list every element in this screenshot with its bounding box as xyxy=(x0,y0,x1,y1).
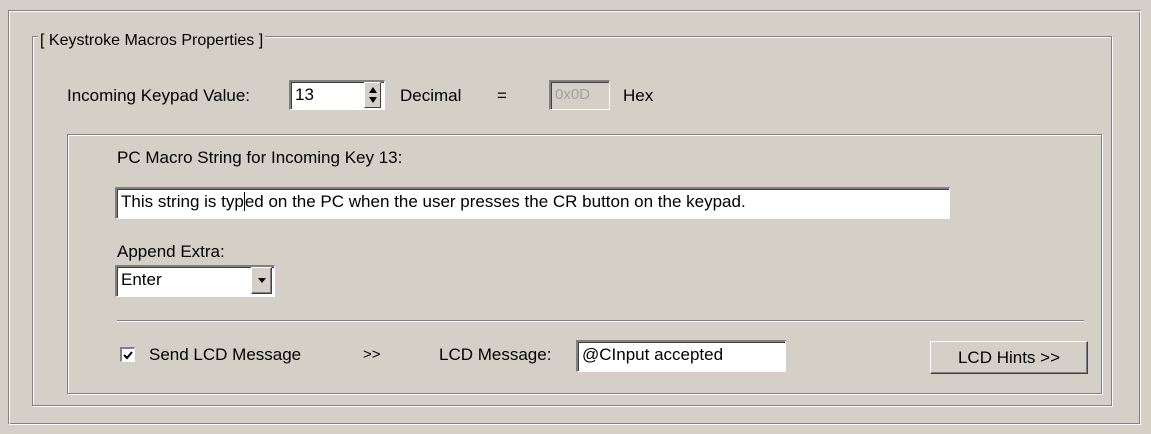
append-extra-label: Append Extra: xyxy=(117,242,225,261)
keypad-value-text: 13 xyxy=(295,85,314,104)
equals-sign: = xyxy=(497,86,507,105)
spin-arrows-icon xyxy=(368,87,377,103)
lcd-hints-label: LCD Hints >> xyxy=(957,347,1061,367)
dropdown-arrow-icon xyxy=(257,277,266,283)
macro-text-after-caret: ed on the PC when the user presses the C… xyxy=(244,192,746,211)
group-title: [ Keystroke Macros Properties ] xyxy=(38,32,266,49)
lcd-hints-button[interactable]: LCD Hints >> xyxy=(930,341,1088,374)
lcd-message-text: @CInput accepted xyxy=(582,345,724,364)
lcd-arrow: >> xyxy=(363,346,381,363)
lcd-message-label: LCD Message: xyxy=(439,345,552,364)
hex-label: Hex xyxy=(623,86,654,105)
incoming-keypad-label: Incoming Keypad Value: xyxy=(67,86,251,105)
chevron-down-icon[interactable] xyxy=(251,267,272,294)
decimal-label: Decimal xyxy=(400,86,462,105)
macro-string-label: PC Macro String for Incoming Key 13: xyxy=(117,148,403,167)
macro-text-before-caret: This string is typ xyxy=(121,192,244,211)
send-lcd-checkbox[interactable] xyxy=(120,347,135,362)
send-lcd-label: Send LCD Message xyxy=(149,345,302,364)
separator-line xyxy=(117,320,1084,322)
hex-value-field: 0x0D xyxy=(549,80,610,110)
append-extra-selected: Enter xyxy=(121,270,162,289)
up-down-spin-icon[interactable] xyxy=(364,82,381,108)
macro-string-input[interactable]: This string is typed on the PC when the … xyxy=(115,187,950,219)
checkmark-icon xyxy=(123,350,133,359)
hex-value-text: 0x0D xyxy=(555,86,591,103)
lcd-message-input[interactable]: @CInput accepted xyxy=(576,340,786,372)
